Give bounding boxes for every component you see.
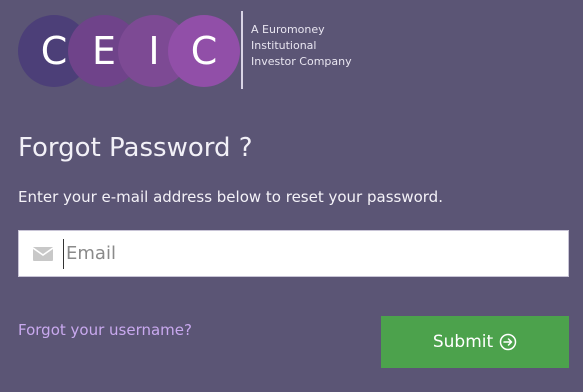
tagline-line-2: Institutional bbox=[251, 39, 317, 52]
ceic-logo: C E I C A Euromoney Institutional Invest… bbox=[18, 11, 418, 89]
logo-circles: C E I C bbox=[18, 15, 244, 87]
logo-tagline: A Euromoney Institutional Investor Compa… bbox=[251, 22, 401, 70]
envelope-icon bbox=[33, 246, 53, 261]
logo-letter-c-second: C bbox=[168, 15, 240, 87]
instruction-text: Enter your e-mail address below to reset… bbox=[18, 188, 443, 206]
email-input[interactable] bbox=[63, 238, 546, 269]
circle-arrow-right-icon bbox=[499, 333, 517, 351]
submit-label: Submit bbox=[432, 332, 494, 352]
logo-divider bbox=[241, 11, 243, 89]
email-field[interactable] bbox=[18, 230, 569, 277]
submit-button[interactable]: Submit bbox=[381, 316, 569, 368]
tagline-line-3: Investor Company bbox=[251, 55, 352, 68]
forgot-username-link[interactable]: Forgot your username? bbox=[18, 321, 192, 339]
tagline-line-1: A Euromoney bbox=[251, 23, 325, 36]
page-title: Forgot Password ? bbox=[18, 133, 253, 163]
